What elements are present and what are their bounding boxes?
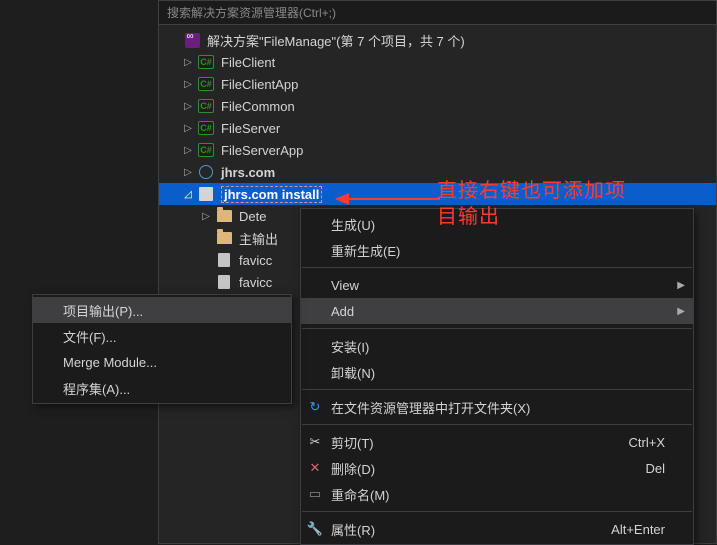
menu-label: 重命名(M): [331, 485, 390, 504]
submenu-project-output[interactable]: 项目输出(P)...: [33, 297, 291, 323]
expander-icon[interactable]: ▷: [181, 55, 195, 69]
folder-icon: [216, 208, 232, 224]
solution-icon: [184, 32, 200, 48]
menu-label: View: [331, 278, 359, 293]
expander-icon[interactable]: ▷: [181, 143, 195, 157]
menu-add[interactable]: Add ▶: [301, 298, 693, 324]
tree-item-label: Dete: [239, 209, 266, 224]
menu-rename[interactable]: ▭ 重命名(M): [301, 481, 693, 507]
menu-cut[interactable]: ✂ 剪切(T) Ctrl+X: [301, 429, 693, 455]
menu-label: 生成(U): [331, 215, 375, 234]
rename-icon: ▭: [307, 486, 323, 502]
menu-rebuild[interactable]: 重新生成(E): [301, 237, 693, 263]
csharp-icon: C#: [198, 54, 214, 70]
project-label: FileClient: [221, 55, 275, 70]
menu-separator: [302, 267, 692, 268]
file-icon: [216, 252, 232, 268]
expander-icon[interactable]: ▷: [199, 209, 213, 223]
solution-label: 解决方案"FileManage"(第 7 个项目，共 7 个): [207, 31, 465, 50]
project-label: FileCommon: [221, 99, 295, 114]
menu-label: 剪切(T): [331, 433, 374, 452]
menu-separator: [302, 389, 692, 390]
menu-label: 卸载(N): [331, 363, 375, 382]
installer-icon: [198, 186, 214, 202]
file-icon: [216, 274, 232, 290]
menu-separator: [302, 511, 692, 512]
project-label: FileClientApp: [221, 77, 298, 92]
menu-label: 程序集(A)...: [63, 379, 130, 398]
solution-node[interactable]: 解决方案"FileManage"(第 7 个项目，共 7 个): [159, 29, 716, 51]
menu-separator: [302, 424, 692, 425]
project-filecommon[interactable]: ▷ C# FileCommon: [159, 95, 716, 117]
search-input[interactable]: 搜索解决方案资源管理器(Ctrl+;): [159, 1, 716, 25]
annotation-line1: 直接右键也可添加项: [437, 178, 626, 204]
project-fileserverapp[interactable]: ▷ C# FileServerApp: [159, 139, 716, 161]
menu-label: 项目输出(P)...: [63, 301, 143, 320]
menu-delete[interactable]: ✕ 删除(D) Del: [301, 455, 693, 481]
csharp-icon: C#: [198, 98, 214, 114]
menu-label: 安装(I): [331, 337, 369, 356]
menu-label: Merge Module...: [63, 355, 157, 370]
expander-icon[interactable]: ▷: [181, 77, 195, 91]
menu-view[interactable]: View ▶: [301, 272, 693, 298]
menu-label: 删除(D): [331, 459, 375, 478]
menu-open-folder[interactable]: ↻ 在文件资源管理器中打开文件夹(X): [301, 394, 693, 420]
delete-icon: ✕: [307, 460, 323, 476]
menu-label: 属性(R): [331, 520, 375, 539]
expander-icon[interactable]: ▷: [181, 165, 195, 179]
menu-label: Add: [331, 304, 354, 319]
globe-icon: [198, 164, 214, 180]
submenu-file[interactable]: 文件(F)...: [33, 323, 291, 349]
menu-label: 文件(F)...: [63, 327, 116, 346]
tree-item-label: favicc: [239, 275, 272, 290]
menu-label: 重新生成(E): [331, 241, 400, 260]
expander-icon[interactable]: ▷: [181, 99, 195, 113]
context-menu: 生成(U) 重新生成(E) View ▶ Add ▶ 安装(I) 卸载(N) ↻…: [300, 208, 694, 545]
menu-install[interactable]: 安装(I): [301, 333, 693, 359]
menu-separator: [302, 328, 692, 329]
csharp-icon: C#: [198, 76, 214, 92]
tree-item-label: 主输出: [239, 229, 278, 248]
menu-shortcut: Del: [605, 461, 665, 476]
annotation-text: 直接右键也可添加项 目输出: [437, 178, 626, 230]
project-label: FileServer: [221, 121, 280, 136]
wrench-icon: 🔧: [307, 521, 323, 537]
menu-properties[interactable]: 🔧 属性(R) Alt+Enter: [301, 516, 693, 542]
annotation-line2: 目输出: [437, 204, 626, 230]
submenu-arrow-icon: ▶: [677, 306, 685, 317]
submenu-merge-module[interactable]: Merge Module...: [33, 349, 291, 375]
menu-label: 在文件资源管理器中打开文件夹(X): [331, 398, 530, 417]
expander-icon[interactable]: ▷: [181, 121, 195, 135]
add-submenu: 项目输出(P)... 文件(F)... Merge Module... 程序集(…: [32, 294, 292, 404]
project-fileclient[interactable]: ▷ C# FileClient: [159, 51, 716, 73]
menu-shortcut: Ctrl+X: [589, 435, 665, 450]
csharp-icon: C#: [198, 120, 214, 136]
cut-icon: ✂: [307, 434, 323, 450]
expander-icon[interactable]: ◿: [181, 187, 195, 201]
project-label: jhrs.com install: [221, 186, 322, 203]
csharp-icon: C#: [198, 142, 214, 158]
menu-shortcut: Alt+Enter: [571, 522, 665, 537]
project-fileclientapp[interactable]: ▷ C# FileClientApp: [159, 73, 716, 95]
folder-icon: [216, 230, 232, 246]
project-fileserver[interactable]: ▷ C# FileServer: [159, 117, 716, 139]
menu-unload[interactable]: 卸载(N): [301, 359, 693, 385]
tree-item-label: favicc: [239, 253, 272, 268]
submenu-assembly[interactable]: 程序集(A)...: [33, 375, 291, 401]
refresh-icon: ↻: [307, 399, 323, 415]
project-label: jhrs.com: [221, 165, 275, 180]
submenu-arrow-icon: ▶: [677, 280, 685, 291]
project-label: FileServerApp: [221, 143, 303, 158]
